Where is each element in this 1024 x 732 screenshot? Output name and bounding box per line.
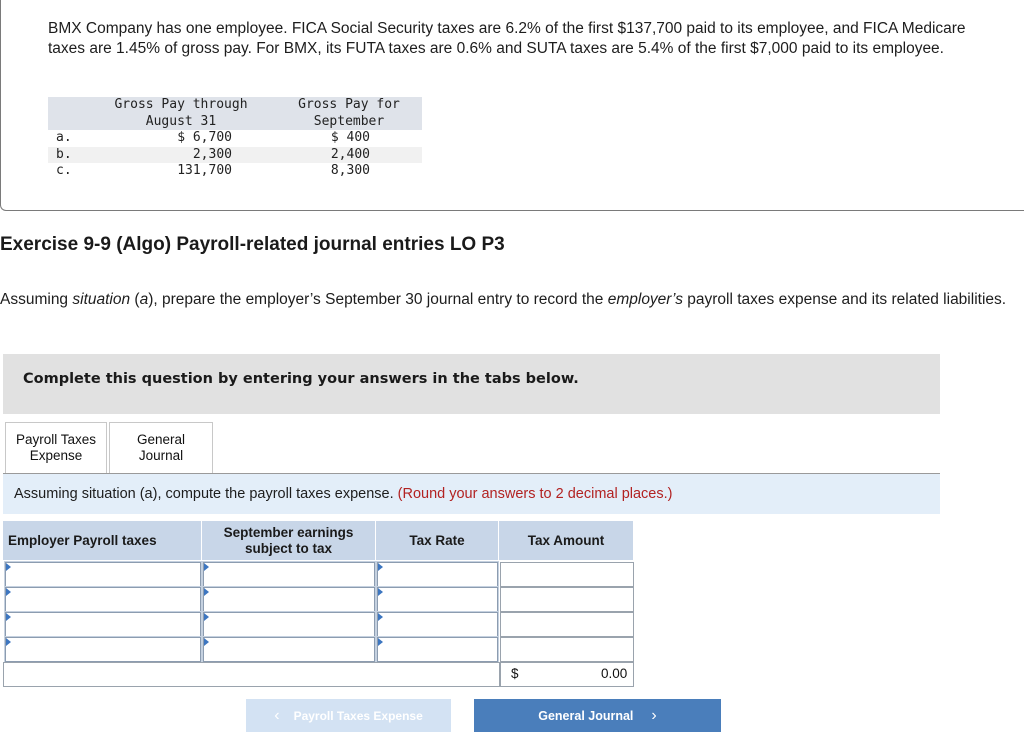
tax-amount-cell-2 [500,587,634,612]
complete-question-banner: Complete this question by entering your … [3,354,940,414]
tax-name-input-2[interactable] [4,586,202,613]
tax-rate-input-3[interactable] [376,611,499,638]
total-label-cell [3,662,500,687]
total-currency: $ [511,666,519,681]
tab-payroll-taxes-expense[interactable]: Payroll Taxes Expense [5,422,107,473]
exercise-title: Exercise 9-9 (Algo) Payroll-related jour… [0,234,505,255]
tax-rate-input-4[interactable] [376,636,499,663]
tax-amount-cell-3 [500,612,634,637]
table-row: b. 2,300 2,400 [48,146,422,163]
problem-box: BMX Company has one employee. FICA Socia… [0,0,1024,211]
header-tax-amount: Tax Amount [499,521,634,560]
tax-name-input-1[interactable] [4,561,202,588]
earnings-input-4[interactable] [202,636,376,663]
total-tax-amount: 0.00 [601,666,628,681]
tax-name-input-3[interactable] [4,611,202,638]
earnings-input-3[interactable] [202,611,376,638]
sub-instruction: Assuming situation (a), compute the payr… [3,474,940,514]
header-employer-payroll-taxes: Employer Payroll taxes [3,521,202,560]
next-tab-button[interactable]: General Journal › [474,699,721,732]
table-row: c. 131,700 8,300 [56,163,370,178]
header-september-earnings: September earnings subject to tax [202,521,376,560]
tax-amount-cell-1 [500,562,634,587]
gross-pay-table: Gross Pay through August 31 Gross Pay fo… [48,97,422,180]
chevron-right-icon: › [651,706,657,724]
tax-amount-cell-4 [500,637,634,662]
tax-name-input-4[interactable] [4,636,202,663]
table-row: a. $ 6,700 $ 400 [56,130,370,145]
header-gross-pay-august: Gross Pay through August 31 [86,97,276,130]
header-gross-pay-september: Gross Pay for September [276,97,422,130]
instruction-text: Assuming situation (a), prepare the empl… [0,291,1007,308]
header-tax-rate: Tax Rate [376,521,499,560]
tax-rate-input-2[interactable] [376,586,499,613]
rounding-note: (Round your answers to 2 decimal places.… [397,486,673,502]
earnings-input-1[interactable] [202,561,376,588]
problem-text: BMX Company has one employee. FICA Socia… [48,20,966,57]
chevron-left-icon: ‹ [274,706,280,724]
tab-general-journal[interactable]: General Journal [109,422,213,473]
prev-tab-button[interactable]: ‹ Payroll Taxes Expense [246,699,451,732]
tax-rate-input-1[interactable] [376,561,499,588]
earnings-input-2[interactable] [202,586,376,613]
